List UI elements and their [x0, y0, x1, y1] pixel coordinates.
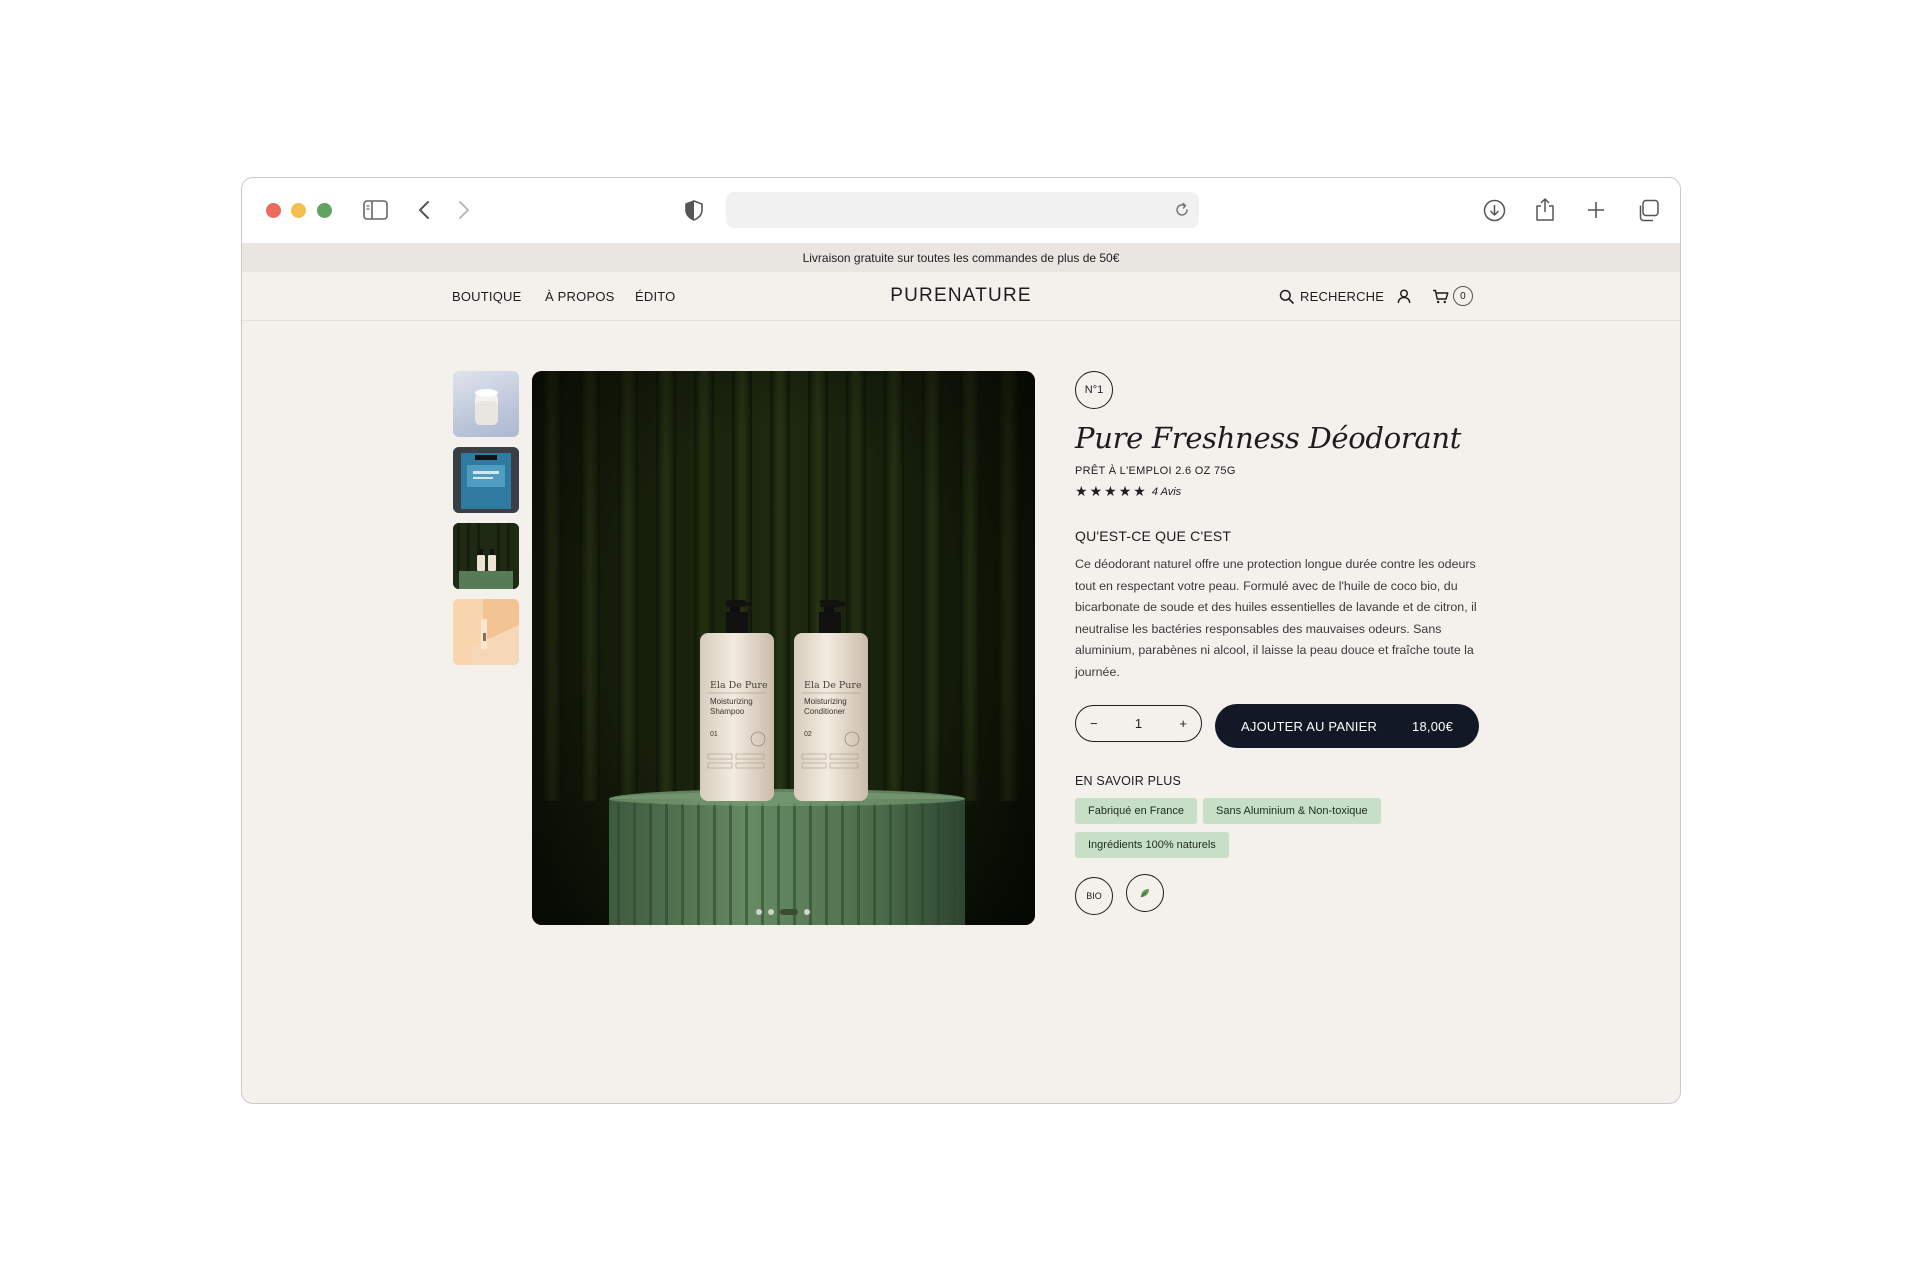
nav-a-propos[interactable]: À PROPOS — [545, 272, 615, 320]
bottles-thumbnail-image — [453, 523, 519, 589]
certification-badges: BIO — [1075, 874, 1485, 915]
thumbnail-4[interactable] — [453, 599, 519, 665]
new-tab-icon[interactable] — [1584, 198, 1608, 222]
bottle-1-number: 01 — [710, 731, 718, 738]
nav-boutique[interactable]: BOUTIQUE — [452, 272, 522, 320]
browser-window: Livraison gratuite sur toutes les comman… — [241, 177, 1681, 1104]
nav-edito[interactable]: ÉDITO — [635, 272, 676, 320]
cart-count-badge: 0 — [1453, 286, 1473, 306]
star-icon: ★ — [1075, 483, 1088, 499]
star-rating: ★ ★ ★ ★ ★ — [1075, 483, 1148, 500]
increase-button[interactable]: + — [1179, 716, 1187, 731]
quantity-stepper[interactable]: − 1 + — [1075, 705, 1202, 742]
product-info: N°1 Pure Freshness Déodorant PRÊT À L'EM… — [1075, 371, 1485, 915]
add-to-cart-label: AJOUTER AU PANIER — [1241, 718, 1378, 734]
thumbnail-3-selected[interactable] — [453, 523, 519, 589]
carousel-dot[interactable] — [756, 909, 762, 915]
bottle-2-line1: Moisturizing — [804, 697, 847, 706]
quantity-value[interactable]: 1 — [1135, 716, 1142, 731]
price: 18,00€ — [1412, 718, 1453, 734]
product-description: Ce déodorant naturel offre une protectio… — [1075, 557, 1477, 679]
product-subtitle: PRÊT À L'EMPLOI 2.6 OZ 75G — [1075, 465, 1236, 477]
reload-icon[interactable] — [1173, 201, 1191, 219]
download-icon[interactable] — [1482, 198, 1506, 222]
cart-icon — [1432, 289, 1449, 304]
bottle-2-brand: Ela De Pure — [804, 680, 862, 691]
zoom-window-button[interactable] — [317, 203, 332, 218]
privacy-shield-icon[interactable] — [684, 199, 704, 221]
browser-toolbar — [242, 178, 1680, 243]
forward-icon[interactable] — [456, 199, 472, 221]
tag-natural-ingredients: Ingrédients 100% naturels — [1075, 832, 1229, 858]
star-icon: ★ — [1118, 483, 1132, 499]
jar-thumbnail-image — [475, 389, 498, 425]
search-icon — [1279, 289, 1294, 304]
bottle-2-line2: Conditioner — [804, 707, 845, 716]
review-count[interactable]: 4 Avis — [1152, 486, 1181, 498]
tag-made-in-france: Fabriqué en France — [1075, 798, 1197, 824]
carousel-dot[interactable] — [804, 909, 810, 915]
product-title: Pure Freshness Déodorant — [1075, 421, 1462, 455]
bio-badge: BIO — [1075, 877, 1113, 915]
bottle-2-number: 02 — [804, 731, 812, 738]
brand-logo[interactable]: PURENATURE — [890, 285, 1032, 307]
announcement-text: Livraison gratuite sur toutes les comman… — [802, 250, 1120, 265]
thumbnail-1[interactable] — [453, 371, 519, 437]
number-one-badge: N°1 — [1075, 371, 1113, 409]
address-bar[interactable] — [726, 192, 1199, 228]
account-icon[interactable] — [1397, 272, 1411, 320]
bottle-1-line2: Shampoo — [710, 707, 745, 716]
back-icon[interactable] — [416, 199, 432, 221]
tag-aluminium-free: Sans Aluminium & Non-toxique — [1203, 798, 1381, 824]
star-icon: ★ — [1133, 483, 1146, 499]
carousel-dot[interactable] — [768, 909, 774, 915]
main-product-image[interactable]: Ela De Pure Moisturizing Shampoo 01 Ela … — [532, 371, 1035, 925]
share-icon[interactable] — [1534, 196, 1556, 222]
feature-tags: Fabriqué en France Sans Aluminium & Non-t… — [1075, 798, 1435, 866]
peach-thumbnail-image — [453, 599, 519, 665]
leaf-icon — [1126, 874, 1164, 912]
product-photo: Ela De Pure Moisturizing Shampoo 01 Ela … — [532, 371, 1035, 925]
tab-overview-icon[interactable] — [1636, 198, 1660, 222]
carousel-dot-active[interactable] — [780, 909, 798, 915]
site-header: BOUTIQUE À PROPOS ÉDITO PURENATURE RECHE… — [242, 272, 1680, 321]
rating[interactable]: ★ ★ ★ ★ ★ 4 Avis — [1075, 483, 1485, 500]
learn-more-heading: EN SAVOIR PLUS — [1075, 774, 1182, 788]
add-to-cart-button[interactable]: AJOUTER AU PANIER 18,00€ — [1215, 704, 1479, 748]
sidebar-toggle-icon[interactable] — [362, 198, 388, 222]
search-label: RECHERCHE — [1300, 288, 1385, 304]
box-thumbnail-image — [453, 447, 519, 513]
announcement-bar: Livraison gratuite sur toutes les comman… — [242, 243, 1680, 272]
decrease-button[interactable]: − — [1090, 716, 1098, 731]
close-window-button[interactable] — [266, 203, 281, 218]
cart-button[interactable]: 0 — [1432, 272, 1473, 320]
minimize-window-button[interactable] — [291, 203, 306, 218]
star-icon: ★ — [1089, 483, 1103, 499]
search-button[interactable]: RECHERCHE — [1279, 272, 1384, 320]
what-is-it-heading: QU'EST-CE QUE C'EST — [1075, 528, 1232, 544]
bottle-1-line1: Moisturizing — [710, 697, 753, 706]
star-icon: ★ — [1104, 483, 1117, 499]
bottle-1-brand: Ela De Pure — [710, 680, 768, 691]
thumbnail-2[interactable] — [453, 447, 519, 513]
